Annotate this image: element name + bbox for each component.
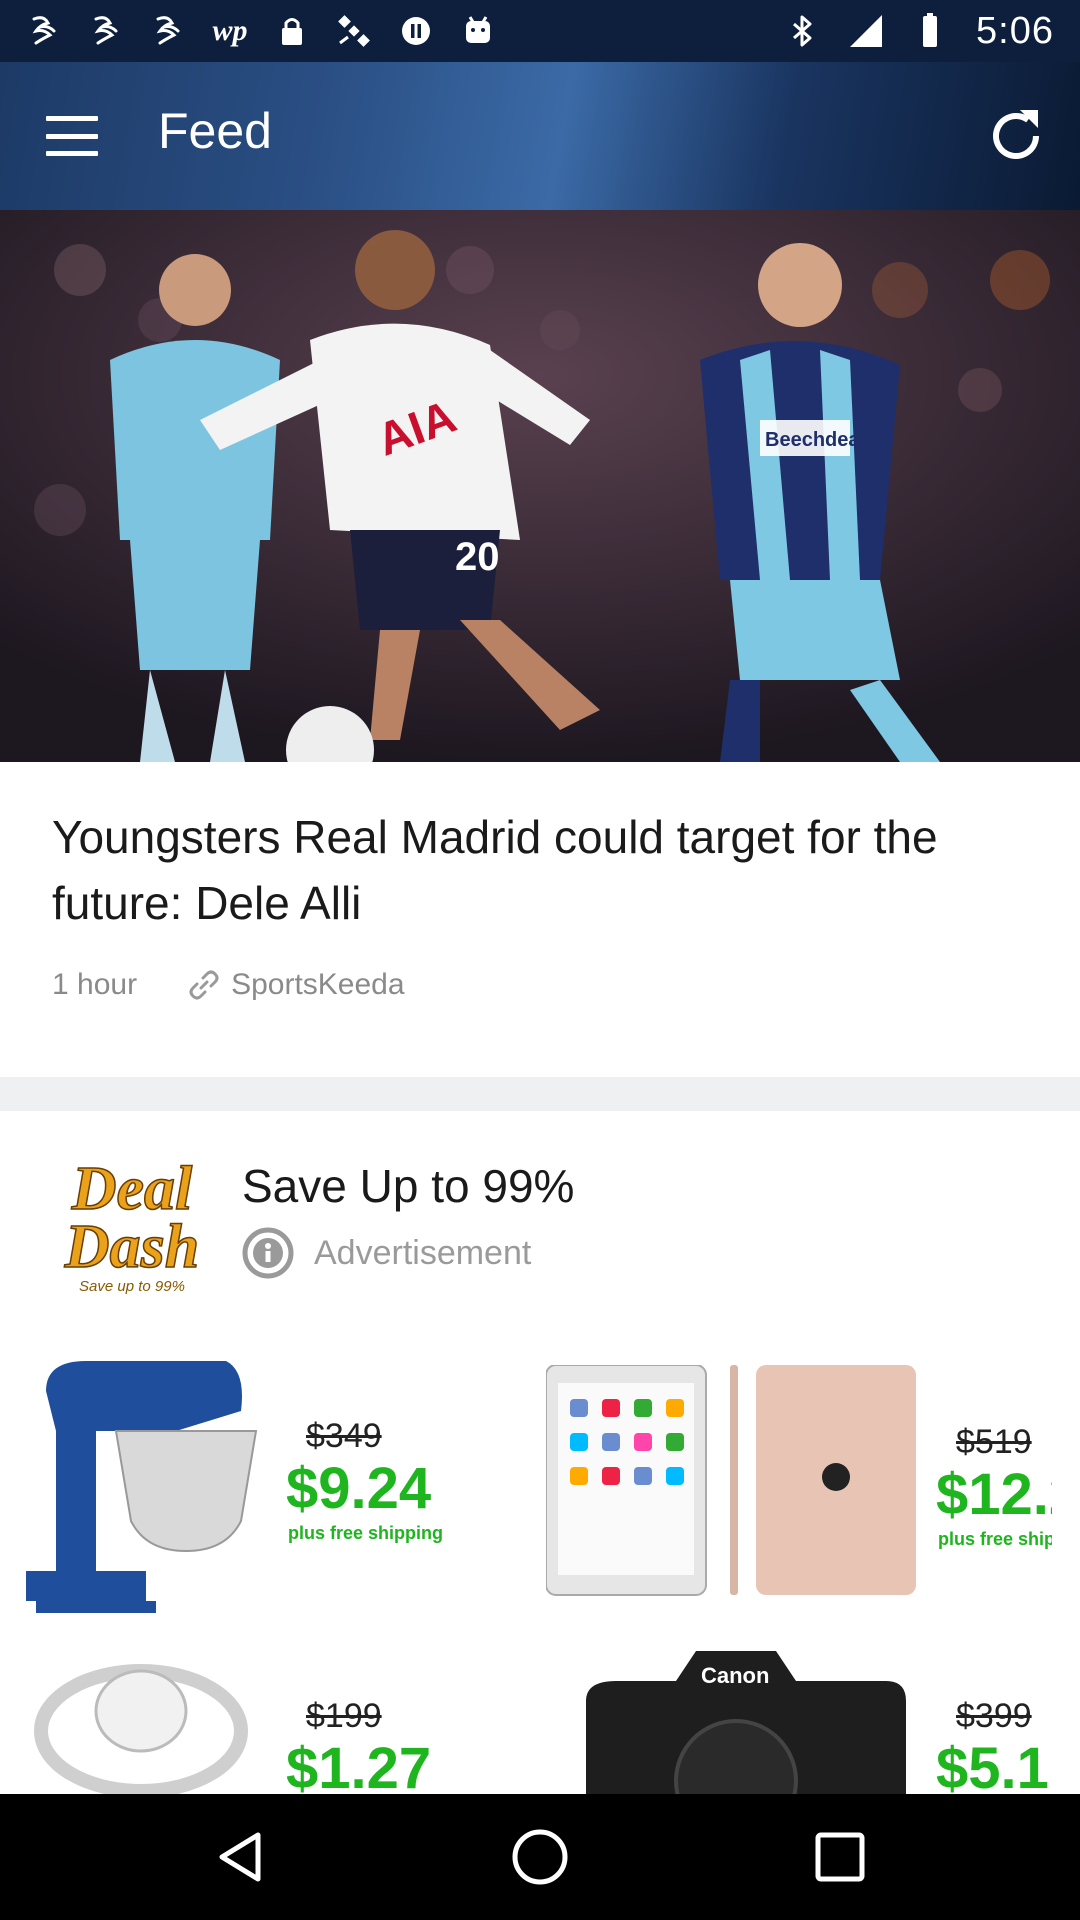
recents-icon[interactable]	[805, 1822, 875, 1892]
deal-new-price: $5.1	[936, 1736, 1049, 1794]
camera-image: Canon	[586, 1651, 906, 1794]
bluetooth-icon	[784, 13, 820, 49]
article-source[interactable]: SportsKeeda	[231, 968, 404, 1002]
notification-icon	[88, 13, 124, 49]
back-icon[interactable]	[205, 1822, 275, 1892]
deal-new-price: $12.2	[936, 1462, 1052, 1527]
refresh-icon[interactable]	[982, 102, 1050, 170]
article-time: 1 hour	[52, 968, 138, 1001]
wp-icon: wp	[212, 14, 248, 47]
system-icons: 5:06	[784, 10, 1054, 53]
section-divider	[0, 1077, 1080, 1111]
ad-title[interactable]: Save Up to 99%	[242, 1159, 574, 1213]
svg-text:20: 20	[455, 535, 500, 579]
status-bar: wp 5:06	[0, 0, 1080, 62]
svg-text:Beechdean: Beechdean	[765, 429, 872, 451]
home-icon[interactable]	[505, 1822, 575, 1892]
signal-icon	[848, 13, 884, 49]
notification-icon	[150, 13, 186, 49]
deal-shipping: plus free ship	[938, 1529, 1052, 1549]
page-title: Feed	[158, 103, 272, 159]
hero-photo: AIA 20 Beechdean	[0, 210, 1080, 762]
deal-old-price: $519	[956, 1423, 1032, 1461]
article-card[interactable]: Youngsters Real Madrid could target for …	[0, 762, 1080, 1077]
ring-image	[34, 1664, 248, 1794]
deal-old-price: $349	[306, 1417, 382, 1455]
ad-label: Advertisement	[242, 1227, 531, 1279]
dealdash-logo[interactable]: Deal Dash Save up to 99%	[52, 1141, 212, 1301]
notification-icon	[26, 13, 62, 49]
mixer-image	[26, 1361, 258, 1613]
svg-text:Canon: Canon	[701, 1663, 769, 1688]
deal-old-price: $399	[956, 1697, 1032, 1735]
article-meta: 1 hour SportsKeeda	[52, 968, 405, 1002]
clock: 5:06	[976, 9, 1054, 52]
ad-label-text: Advertisement	[314, 1233, 532, 1272]
advertisement-card[interactable]: Deal Dash Save up to 99% Save Up to 99% …	[0, 1111, 1080, 1794]
hero-image[interactable]: AIA 20 Beechdean	[0, 210, 1080, 762]
deal-new-price: $1.27	[286, 1736, 432, 1794]
app-bar: Feed	[0, 62, 1080, 210]
menu-icon[interactable]	[46, 116, 98, 156]
notification-icons: wp	[26, 13, 496, 49]
pause-circle-icon	[398, 13, 434, 49]
lock-icon	[274, 13, 310, 49]
ad-banner[interactable]: $349 $9.24 plus free shipping $519 $12.2…	[26, 1331, 1052, 1794]
logo-line2: Dash	[64, 1213, 199, 1281]
deal-old-price: $199	[306, 1697, 382, 1735]
deal-new-price: $9.24	[286, 1456, 432, 1521]
logo-tagline: Save up to 99%	[79, 1278, 185, 1295]
article-headline[interactable]: Youngsters Real Madrid could target for …	[52, 804, 1032, 936]
battery-icon	[912, 13, 948, 49]
link-icon	[189, 970, 219, 1000]
info-icon[interactable]	[242, 1227, 294, 1279]
android-icon	[460, 13, 496, 49]
navigation-bar	[0, 1794, 1080, 1920]
deal-shipping: plus free shipping	[288, 1523, 444, 1543]
satellite-icon	[336, 13, 372, 49]
ipad-image	[546, 1365, 916, 1596]
